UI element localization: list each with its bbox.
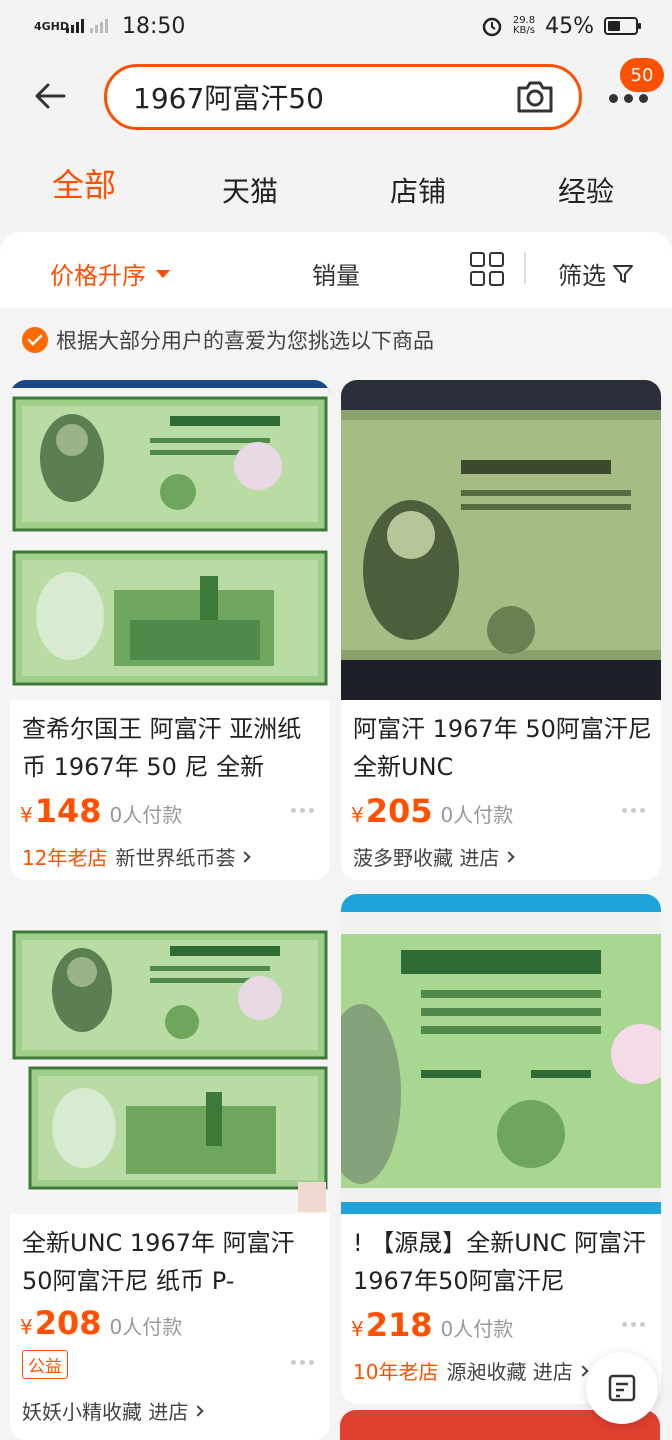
tab-tmall[interactable]: 天猫 [222,170,278,210]
search-input[interactable]: 1967阿富汗50 [104,64,582,130]
message-count-badge: 50 [620,58,664,92]
more-options-icon[interactable] [291,808,314,813]
shop-link[interactable]: 菠多野收藏 进店 [353,842,516,871]
arrow-left-icon [35,83,66,109]
sort-sales[interactable]: 销量 [312,256,360,291]
back-button[interactable] [30,76,70,116]
shop-age-tag: 10年老店 [353,1360,439,1384]
banknote-image [10,894,330,1214]
currency-symbol: ¥ [20,1315,33,1339]
chevron-right-icon [503,850,516,863]
banknote-image [341,380,661,700]
camera-icon [517,81,553,113]
shop-age-tag: 12年老店 [22,846,108,870]
sold-count: 0人付款 [440,803,514,827]
sold-count: 0人付款 [440,1317,514,1341]
more-options-icon[interactable] [291,1360,314,1365]
currency-symbol: ¥ [20,803,33,827]
product-title[interactable]: 全新UNC 1967年 阿富汗50阿富汗尼 纸币 P- [22,1224,322,1300]
category-tabs: 全部 天猫 店铺 经验 [0,160,672,216]
currency-symbol: ¥ [351,803,364,827]
price-row: ¥ 218 0人付款 [351,1306,513,1344]
check-icon [22,327,48,353]
dot-icon [623,93,633,103]
shop-name: 菠多野收藏 进店 [353,846,500,870]
funnel-icon [613,264,633,283]
charity-badge: 公益 [22,1350,68,1379]
shop-name: 新世界纸币荟 [115,846,236,870]
product-image[interactable] [341,380,661,700]
filter-label: 筛选 [558,262,606,290]
tab-shops[interactable]: 店铺 [390,170,446,210]
recommendation-text: 根据大部分用户的喜爱为您挑选以下商品 [56,329,434,353]
grid-view-icon[interactable] [470,252,504,286]
banknote-image [341,894,661,1214]
alarm-icon [482,17,502,37]
product-card[interactable]: 阿富汗 1967年 50阿富汗尼 全新UNC ¥ 205 0人付款 菠多野收藏 … [341,380,661,880]
shop-link[interactable]: 12年老店 新世界纸币荟 [22,842,252,871]
shop-name: 源昶收藏 进店 [446,1360,573,1384]
feedback-button[interactable] [586,1352,658,1424]
sort-price-label: 价格升序 [50,262,146,290]
product-price: 218 [365,1306,433,1344]
product-card[interactable]: 查希尔国王 阿富汗 亚洲纸币 1967年 50 尼 全新 ¥ 148 0人付款 … [10,380,330,880]
clock: 18:50 [122,13,186,39]
product-price: 208 [34,1304,102,1342]
search-query[interactable]: 1967阿富汗50 [133,77,513,117]
currency-symbol: ¥ [351,1317,364,1341]
signal-2-icon [90,19,108,33]
filter-button[interactable]: 筛选 [558,256,634,291]
sold-count: 0人付款 [109,803,183,827]
product-price: 148 [34,792,102,830]
chevron-right-icon [577,1364,589,1377]
shop-name: 妖妖小精收藏 进店 [22,1400,189,1424]
battery-icon [604,17,641,35]
network-type: 4GHD [34,19,70,33]
shop-link[interactable]: 妖妖小精收藏 进店 [22,1396,205,1425]
price-row: ¥ 148 0人付款 [20,792,182,830]
banknote-image [10,380,330,700]
product-price: 205 [365,792,433,830]
product-title[interactable]: 查希尔国王 阿富汗 亚洲纸币 1967年 50 尼 全新 [22,710,322,786]
tab-experience[interactable]: 经验 [558,170,614,210]
tab-all[interactable]: 全部 [52,160,116,206]
sold-count: 0人付款 [109,1315,183,1339]
dot-icon [638,93,648,103]
price-row: ¥ 208 0人付款 [20,1304,182,1342]
product-title[interactable]: ! 【源晟】全新UNC 阿富汗1967年50阿富汗尼 [353,1224,653,1300]
chevron-right-icon [192,1404,205,1417]
sort-sales-label: 销量 [312,262,360,290]
product-card[interactable]: ! 【源晟】全新UNC 阿富汗1967年50阿富汗尼 ¥ 218 0人付款 10… [341,894,661,1404]
divider [524,252,526,284]
price-row: ¥ 205 0人付款 [351,792,513,830]
more-options-icon[interactable] [622,808,645,813]
network-speed: 29.8 KB/s [512,15,536,36]
product-title[interactable]: 阿富汗 1967年 50阿富汗尼 全新UNC [353,710,653,786]
shop-link[interactable]: 10年老店 源昶收藏 进店 [353,1356,589,1385]
signal-icon [66,19,84,33]
camera-search-button[interactable] [513,77,557,117]
chevron-right-icon [239,850,252,863]
battery-percent: 45% [545,13,594,39]
more-options-icon[interactable] [622,1322,645,1327]
status-bar: 4GHD 18:50 29.8 KB/s 45% [0,0,672,52]
dot-icon [608,93,618,103]
sort-price-ascending[interactable]: 价格升序 [50,256,170,291]
recommendation-note: 根据大部分用户的喜爱为您挑选以下商品 [22,324,434,356]
product-image[interactable] [341,894,661,1214]
product-card[interactable]: 全新UNC 1967年 阿富汗50阿富汗尼 纸币 P- ¥ 208 0人付款 公… [10,894,330,1440]
caret-down-icon [156,269,170,278]
product-image[interactable] [10,380,330,700]
sort-bar: 价格升序 销量 筛选 [0,232,672,308]
product-image[interactable] [10,894,330,1214]
edit-note-icon [608,1374,636,1402]
